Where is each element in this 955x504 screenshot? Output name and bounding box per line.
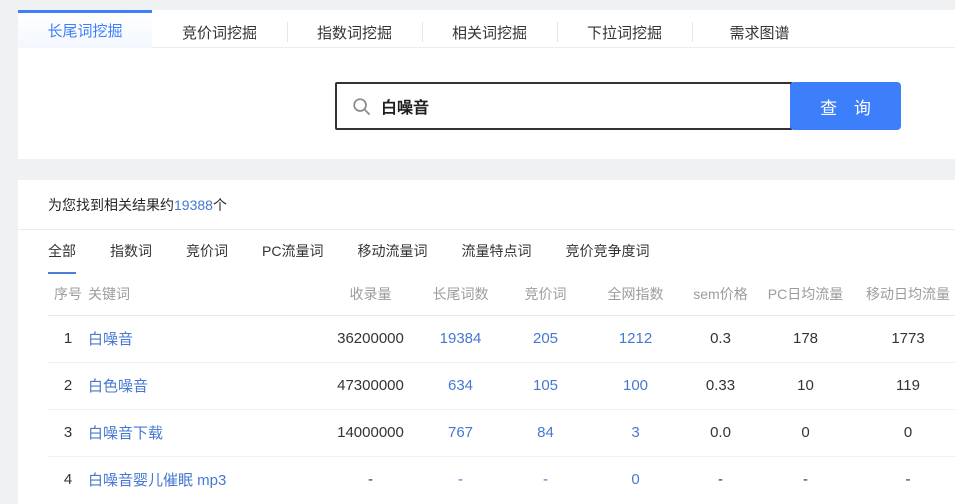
cell-col-sem-price: 0.33 bbox=[683, 362, 758, 409]
header-col-pc-daily-traffic: PC日均流量 bbox=[758, 274, 853, 315]
cell-keyword: 白噪音婴儿催眠 mp3 bbox=[88, 456, 323, 503]
search-input-value: 白噪音 bbox=[381, 94, 429, 118]
cell-col-collection: 14000000 bbox=[323, 409, 418, 456]
header-col-mobile-daily-traffic: 移动日均流量 bbox=[853, 274, 955, 315]
filter-tab-bar: 全部指数词竞价词 PC流量词移动流量词流量特点词竞价竞争度词 bbox=[18, 230, 955, 274]
search-panel: 白噪音 查 询 bbox=[18, 48, 955, 159]
filter-tab-mobile-traffic-words[interactable]: 移动流量词 bbox=[357, 230, 427, 274]
top-tab-longtail-mining[interactable]: 长尾词挖掘 bbox=[18, 10, 152, 48]
filter-tab-all[interactable]: 全部 bbox=[48, 230, 76, 274]
cell-col-sem-price: 0.0 bbox=[683, 409, 758, 456]
cell-col-bid-word[interactable]: 205 bbox=[503, 315, 588, 362]
cell-index: 2 bbox=[48, 362, 88, 409]
result-count-prefix: 为您找到相关结果约 bbox=[48, 197, 174, 213]
search-icon bbox=[352, 97, 371, 116]
results-panel: 为您找到相关结果约19388个 全部指数词竞价词PC流量词移动流量词流量特点词竞… bbox=[18, 180, 955, 504]
cell-col-bid-word[interactable]: - bbox=[503, 456, 588, 503]
header-col-sem-price: sem价格 bbox=[683, 274, 758, 315]
cell-col-whole-net-index[interactable]: 0 bbox=[588, 456, 683, 503]
cell-col-collection: 36200000 bbox=[323, 315, 418, 362]
result-count-line: 为您找到相关结果约19388个 bbox=[18, 180, 955, 230]
table-row: 4白噪音婴儿催眠 mp3---0--- bbox=[48, 456, 955, 503]
cell-col-longtail-count[interactable]: - bbox=[418, 456, 503, 503]
cell-col-sem-price: - bbox=[683, 456, 758, 503]
top-tab-dropdownword-mining[interactable]: 下拉词挖掘 bbox=[557, 17, 692, 47]
cell-col-whole-net-index[interactable]: 1212 bbox=[588, 315, 683, 362]
cell-col-collection: - bbox=[323, 456, 418, 503]
cell-keyword: 白色噪音 bbox=[88, 362, 323, 409]
header-col-longtail-count: 长尾词数 bbox=[418, 274, 503, 315]
keyword-link[interactable]: 白噪音婴儿催眠 mp3 bbox=[88, 472, 226, 489]
cell-col-whole-net-index[interactable]: 3 bbox=[588, 409, 683, 456]
header-col-bid-word: 竞价词 bbox=[503, 274, 588, 315]
cell-col-longtail-count[interactable]: 767 bbox=[418, 409, 503, 456]
top-tab-bar: 长尾词挖掘竞价词挖掘指数词挖掘相关词挖掘下拉词挖掘需求图谱 bbox=[18, 10, 955, 48]
cell-col-pc-daily-traffic: 10 bbox=[758, 362, 853, 409]
cell-keyword: 白噪音 bbox=[88, 315, 323, 362]
cell-col-pc-daily-traffic: 0 bbox=[758, 409, 853, 456]
cell-col-mobile-daily-traffic: - bbox=[853, 456, 955, 503]
keyword-link[interactable]: 白噪音下载 bbox=[88, 425, 163, 442]
table-row: 3白噪音下载140000007678430.000 bbox=[48, 409, 955, 456]
search-group: 白噪音 查 询 bbox=[335, 82, 901, 130]
result-count-suffix: 个 bbox=[213, 197, 227, 213]
cell-col-bid-word[interactable]: 84 bbox=[503, 409, 588, 456]
cell-col-mobile-daily-traffic: 1773 bbox=[853, 315, 955, 362]
top-tab-bidword-mining[interactable]: 竞价词挖掘 bbox=[152, 17, 287, 47]
table-header-row: 序号关键词收录量长尾词数竞价词全网指数sem价格PC日均流量移动日均流量 bbox=[48, 274, 955, 315]
header-col-collection: 收录量 bbox=[323, 274, 418, 315]
header-col-index: 序号 bbox=[48, 274, 88, 315]
top-tab-demand-graph[interactable]: 需求图谱 bbox=[692, 17, 827, 47]
cell-col-bid-word[interactable]: 105 bbox=[503, 362, 588, 409]
top-tab-indexword-mining[interactable]: 指数词挖掘 bbox=[287, 17, 422, 47]
filter-tab-bid-words[interactable]: 竞价词 bbox=[186, 230, 228, 274]
keyword-link[interactable]: 白噪音 bbox=[88, 331, 133, 348]
top-tab-relatedword-mining[interactable]: 相关词挖掘 bbox=[422, 17, 557, 47]
query-button[interactable]: 查 询 bbox=[790, 82, 901, 130]
result-count-number: 19388 bbox=[174, 197, 213, 213]
keyword-table-wrap: 序号关键词收录量长尾词数竞价词全网指数sem价格PC日均流量移动日均流量 1白噪… bbox=[18, 274, 955, 503]
cell-index: 1 bbox=[48, 315, 88, 362]
cell-col-mobile-daily-traffic: 0 bbox=[853, 409, 955, 456]
keyword-link[interactable]: 白色噪音 bbox=[88, 378, 148, 395]
filter-tab-pc-traffic-words[interactable]: PC流量词 bbox=[262, 230, 323, 274]
cell-index: 3 bbox=[48, 409, 88, 456]
filter-tab-index-words[interactable]: 指数词 bbox=[110, 230, 152, 274]
cell-col-collection: 47300000 bbox=[323, 362, 418, 409]
table-row: 2白色噪音 473000006341051000.3310119 bbox=[48, 362, 955, 409]
search-input[interactable]: 白噪音 bbox=[335, 82, 792, 130]
cell-col-sem-price: 0.3 bbox=[683, 315, 758, 362]
header-col-whole-net-index: 全网指数 bbox=[588, 274, 683, 315]
header-col-keyword: 关键词 bbox=[88, 274, 323, 315]
table-row: 1白噪音 362000001938420512120.31781773 bbox=[48, 315, 955, 362]
cell-col-mobile-daily-traffic: 119 bbox=[853, 362, 955, 409]
keyword-table: 序号关键词收录量长尾词数竞价词全网指数sem价格PC日均流量移动日均流量 1白噪… bbox=[48, 274, 955, 503]
cell-col-pc-daily-traffic: 178 bbox=[758, 315, 853, 362]
cell-col-pc-daily-traffic: - bbox=[758, 456, 853, 503]
cell-col-whole-net-index[interactable]: 100 bbox=[588, 362, 683, 409]
filter-tab-bid-competition-words[interactable]: 竞价竞争度词 bbox=[565, 230, 649, 274]
cell-keyword: 白噪音下载 bbox=[88, 409, 323, 456]
cell-col-longtail-count[interactable]: 634 bbox=[418, 362, 503, 409]
cell-col-longtail-count[interactable]: 19384 bbox=[418, 315, 503, 362]
cell-index: 4 bbox=[48, 456, 88, 503]
filter-tab-traffic-feature-words[interactable]: 流量特点词 bbox=[461, 230, 531, 274]
